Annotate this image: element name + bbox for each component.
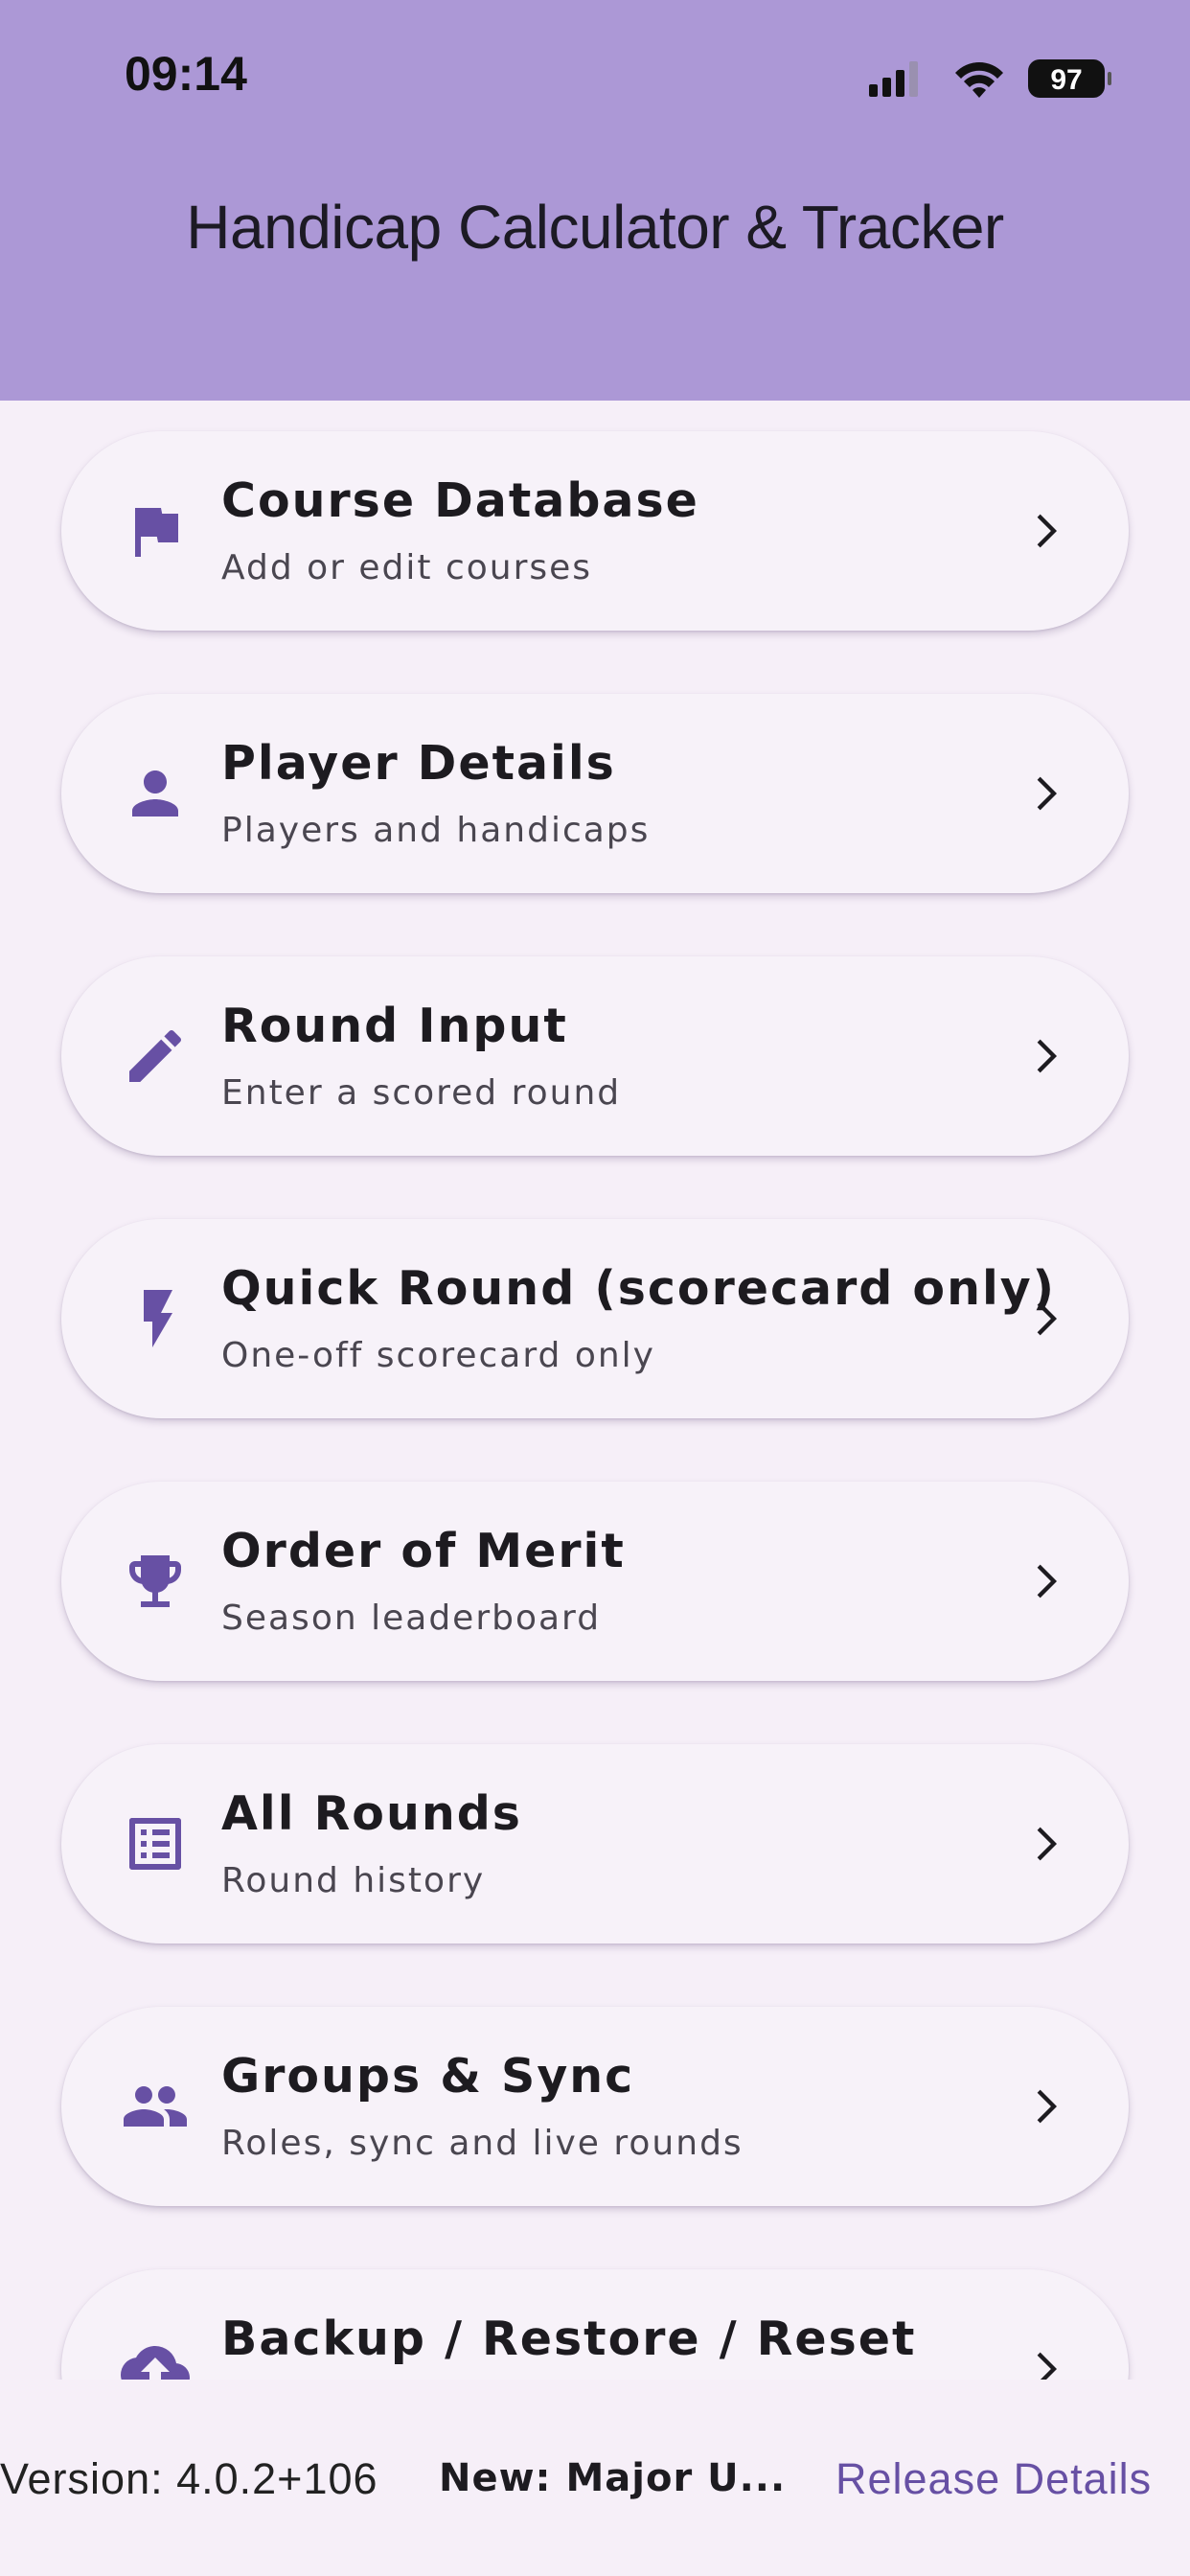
menu-item-subtitle: Season leaderboard [221,1598,602,1638]
cellular-signal-icon [869,61,918,97]
list-icon [111,1800,199,1888]
menu-item-subtitle: Roles, sync and live rounds [221,2124,744,2163]
menu-item-backup-restore-reset[interactable]: Backup / Restore / Reset [61,2269,1129,2380]
wifi-icon [955,62,1003,98]
trophy-icon [111,1537,199,1625]
menu-item-title: Backup / Restore / Reset [221,2312,917,2366]
menu-item-subtitle: Enter a scored round [221,1073,622,1113]
chevron-right-icon [1037,2089,1057,2124]
chevron-right-icon [1037,2352,1057,2380]
menu-item-subtitle: One-off scorecard only [221,1336,655,1375]
menu-item-title: Player Details [221,736,616,791]
menu-item-order-of-merit[interactable]: Order of Merit Season leaderboard [61,1482,1129,1681]
svg-text:97: 97 [1050,64,1082,96]
flag-icon [111,487,199,575]
menu-item-groups-sync[interactable]: Groups & Sync Roles, sync and live round… [61,2007,1129,2206]
menu-item-subtitle: Players and handicaps [221,811,651,850]
menu-item-title: Groups & Sync [221,2049,635,2104]
battery-icon: 97 [1028,59,1111,98]
menu-item-round-input[interactable]: Round Input Enter a scored round [61,956,1129,1156]
menu-list: Course Database Add or edit courses Play… [0,401,1190,2380]
menu-item-title: Order of Merit [221,1524,626,1578]
menu-item-subtitle: Add or edit courses [221,548,593,587]
page-title: Handicap Calculator & Tracker [186,193,1004,262]
menu-item-quick-round[interactable]: Quick Round (scorecard only) One-off sco… [61,1219,1129,1418]
menu-item-player-details[interactable]: Player Details Players and handicaps [61,694,1129,893]
cloud-upload-icon [111,2325,199,2380]
chevron-right-icon [1037,1564,1057,1598]
chevron-right-icon [1037,776,1057,811]
chevron-right-icon [1037,1039,1057,1073]
new-release-label: New: Major U... [439,2456,787,2500]
menu-item-title: Quick Round (scorecard only) [221,1261,1057,1316]
person-icon [111,749,199,838]
menu-item-subtitle: Round history [221,1861,486,1900]
footer: Version: 4.0.2+106 New: Major U... Relea… [0,2380,1190,2576]
status-bar-icons: 97 [869,59,1111,98]
menu-item-course-database[interactable]: Course Database Add or edit courses [61,431,1129,631]
status-time: 09:14 [125,47,247,101]
menu-item-all-rounds[interactable]: All Rounds Round history [61,1744,1129,1944]
version-label: Version: 4.0.2+106 [0,2454,378,2503]
group-icon [111,2062,199,2150]
pencil-icon [111,1012,199,1100]
app-bar: 09:14 97 Handicap Calculator & Tracker [0,0,1190,401]
lightning-icon [111,1275,199,1363]
chevron-right-icon [1037,514,1057,548]
menu-item-title: All Rounds [221,1786,522,1841]
chevron-right-icon [1037,1827,1057,1861]
menu-item-title: Round Input [221,999,568,1053]
menu-item-title: Course Database [221,473,699,528]
chevron-right-icon [1037,1301,1057,1336]
release-details-link[interactable]: Release Details [835,2454,1152,2504]
